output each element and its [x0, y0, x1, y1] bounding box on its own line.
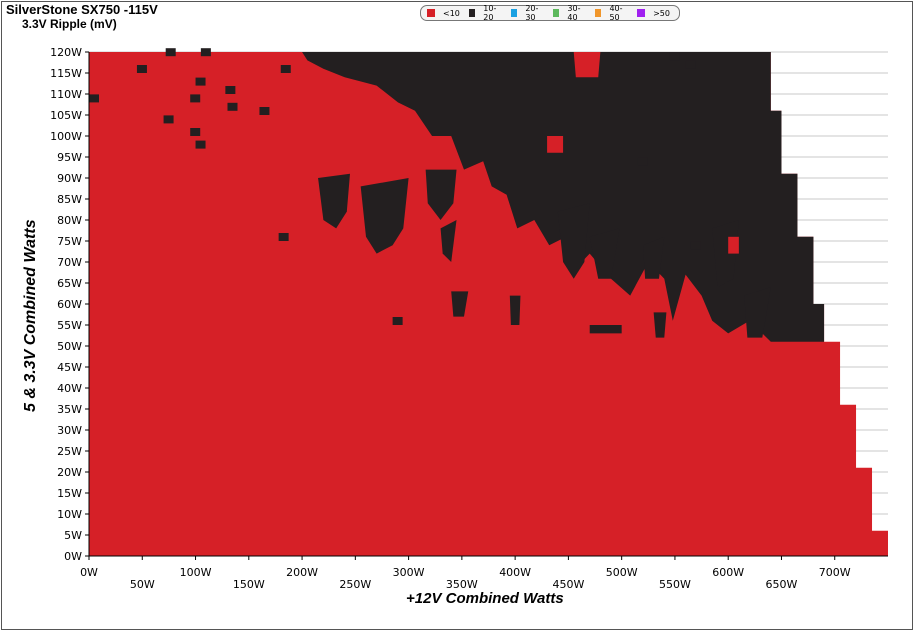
x-tick-label: 300W	[393, 566, 425, 579]
heatmap-cell	[278, 233, 289, 241]
x-tick-label: 200W	[286, 566, 318, 579]
heatmap-cell	[136, 65, 147, 73]
x-tick-label: 650W	[766, 578, 798, 591]
y-tick-label: 45W	[57, 361, 82, 374]
heatmap-cell	[280, 65, 291, 73]
heatmap-cell	[669, 52, 680, 61]
heatmap-cell	[195, 140, 206, 149]
y-tick-label: 40W	[57, 382, 82, 395]
x-tick-label: 600W	[712, 566, 744, 579]
heatmap-cell	[690, 241, 701, 250]
x-tick-label: 700W	[819, 566, 851, 579]
series-area-lt10	[573, 52, 601, 78]
y-tick-label: 65W	[57, 277, 82, 290]
series-area-10-20	[653, 312, 667, 338]
y-tick-label: 80W	[57, 214, 82, 227]
y-tick-label: 50W	[57, 340, 82, 353]
x-axis-label: +12V Combined Watts	[406, 590, 564, 607]
heatmap-cell	[165, 48, 176, 57]
x-tick-label: 100W	[180, 566, 212, 579]
x-tick-label: 150W	[233, 578, 265, 591]
y-tick-label: 90W	[57, 172, 82, 185]
series-area-10-20	[589, 325, 622, 334]
y-tick-label: 20W	[57, 466, 82, 479]
y-tick-label: 105W	[50, 109, 82, 122]
heatmap-plot: 0W 5W 10W 15W 20W 25W 30W 35W 40W 45W 50W 55W 60W 65W…	[50, 46, 888, 591]
x-tick-label: 0W	[80, 566, 98, 579]
series-area-lt10	[728, 236, 739, 254]
x-tick-label: 550W	[659, 578, 691, 591]
series-area-10-20	[509, 295, 521, 325]
y-tick-label: 100W	[50, 130, 82, 143]
heatmap-cell	[392, 317, 403, 325]
heatmap-cell	[685, 60, 696, 69]
heatmap-cell	[259, 107, 270, 115]
heatmap-cell	[195, 77, 206, 86]
heatmap-cell	[190, 128, 201, 136]
y-tick-label: 70W	[57, 256, 82, 269]
x-tick-label: 250W	[339, 578, 371, 591]
y-tick-label: 30W	[57, 424, 82, 437]
x-tick-label: 500W	[606, 566, 638, 579]
heatmap-cell	[163, 115, 174, 124]
y-tick-label: 10W	[57, 508, 82, 521]
y-tick-label: 75W	[57, 235, 82, 248]
y-tick-label: 95W	[57, 151, 82, 164]
y-tick-label: 35W	[57, 403, 82, 416]
x-tick-label: 50W	[130, 578, 155, 591]
series-area-lt10	[547, 136, 564, 153]
heatmap-cell	[200, 48, 211, 57]
y-axis-label: 5 & 3.3V Combined Watts	[22, 219, 39, 412]
y-tick-label: 25W	[57, 445, 82, 458]
y-tick-label: 5W	[64, 529, 82, 542]
y-tick-label: 110W	[50, 88, 82, 101]
heatmap-cell	[225, 86, 236, 94]
y-tick-label: 85W	[57, 193, 82, 206]
y-tick-label: 0W	[64, 550, 82, 563]
heatmap-cell	[190, 94, 201, 103]
heatmap-cell	[89, 94, 99, 103]
y-tick-label: 15W	[57, 487, 82, 500]
heatmap-cell	[227, 102, 238, 111]
heatmap-cell	[637, 157, 648, 166]
x-tick-label: 400W	[499, 566, 531, 579]
y-tick-label: 60W	[57, 298, 82, 311]
y-tick-label: 55W	[57, 319, 82, 332]
y-tick-label: 120W	[50, 46, 82, 59]
y-tick-label: 115W	[50, 67, 82, 80]
